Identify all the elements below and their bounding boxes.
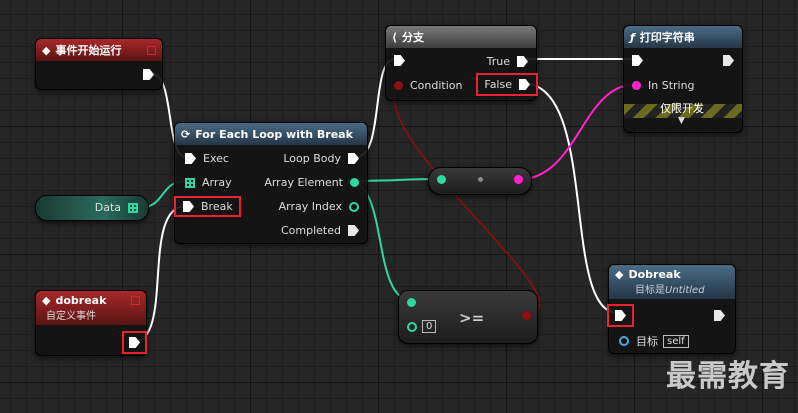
print-string-title: 打印字符串 (639, 31, 695, 44)
data-variable-node[interactable]: Data (35, 195, 149, 221)
compare-result-pin[interactable] (522, 311, 531, 320)
condition-label: Condition (410, 79, 463, 92)
array-index-label: Array Index (278, 200, 342, 213)
branch-title: 分支 (402, 31, 425, 44)
custom-event-exec-highlight[interactable] (122, 331, 147, 354)
exec-label: Exec (203, 152, 229, 165)
break-pin-highlight[interactable]: Break (174, 196, 241, 217)
dobreak-call-subtitle-target: Untitled (665, 285, 705, 296)
compare-b-pin[interactable] (407, 321, 417, 332)
dobreak-call-title: Dobreak (628, 268, 681, 281)
compare-b-value[interactable]: 0 (422, 320, 437, 333)
for-each-loop-title: For Each Loop with Break (195, 127, 353, 141)
branch-header[interactable]: ⟨ 分支 (386, 26, 536, 48)
false-pin-highlight[interactable]: False (476, 73, 538, 96)
event-begin-play-title: 事件开始运行 (55, 44, 122, 57)
array-element-label: Array Element (264, 176, 343, 189)
event-diamond-icon: ◆ (42, 43, 51, 57)
custom-event-diamond-icon: ◆ (42, 294, 51, 307)
dobreak-exec-in-pin[interactable] (615, 310, 626, 321)
loop-body-exec-pin[interactable] (348, 153, 359, 164)
exec-wire-false-to-dobreak (521, 82, 619, 314)
call-event-diamond-icon: ◆ (615, 268, 624, 281)
true-exec-pin[interactable] (517, 56, 528, 67)
custom-event-dobreak-node[interactable]: ◆ dobreak 自定义事件 (35, 290, 147, 356)
conversion-dot-icon (478, 177, 483, 182)
conversion-output-pin[interactable] (514, 175, 523, 184)
dobreak-call-subtitle-prefix: 目标是 (635, 285, 665, 296)
array-label: Array (202, 176, 232, 189)
dobreak-exec-out-pin[interactable] (714, 310, 725, 321)
exec-in-pin[interactable] (185, 153, 196, 164)
custom-event-exec-out-pin[interactable] (129, 337, 140, 348)
event-begin-play-node[interactable]: ◆ 事件开始运行 (35, 38, 163, 90)
in-string-pin[interactable] (632, 81, 641, 90)
dobreak-call-header[interactable]: ◆ Dobreak 目标是Untitled (609, 265, 735, 299)
event-begin-play-header[interactable]: ◆ 事件开始运行 (36, 39, 162, 61)
dobreak-exec-in-highlight[interactable] (607, 304, 634, 327)
branch-exec-in-pin[interactable] (394, 55, 405, 66)
custom-event-header[interactable]: ◆ dobreak 自定义事件 (36, 291, 146, 325)
false-label: False (484, 78, 512, 91)
expand-arrow-icon[interactable]: ▼ (678, 116, 685, 126)
conversion-input-pin[interactable] (437, 175, 446, 184)
print-string-header[interactable]: ƒ 打印字符串 (624, 26, 742, 48)
print-exec-out-pin[interactable] (723, 55, 734, 66)
data-variable-pin[interactable] (128, 202, 138, 213)
for-each-loop-node[interactable]: ⟳ For Each Loop with Break Exec Array Br… (174, 122, 368, 244)
greater-equal-node[interactable]: 0 >= (398, 290, 538, 344)
completed-label: Completed (281, 224, 341, 237)
branch-node[interactable]: ⟨ 分支 Condition True False (385, 25, 538, 101)
array-pin-icon[interactable] (185, 177, 195, 188)
print-exec-in-pin[interactable] (632, 55, 643, 66)
branch-icon: ⟨ (392, 30, 398, 44)
target-value: self (663, 334, 689, 348)
custom-event-delegate-pin[interactable] (131, 296, 140, 305)
target-label: 目标 (636, 335, 658, 348)
target-pin[interactable] (619, 336, 629, 346)
array-index-pin[interactable] (349, 201, 359, 212)
custom-event-subtitle: 自定义事件 (46, 311, 96, 322)
event-delegate-pin-icon[interactable] (147, 45, 156, 55)
print-string-node[interactable]: ƒ 打印字符串 In String 仅限开发 ▼ (623, 25, 743, 133)
to-string-conversion-node[interactable] (428, 167, 532, 195)
false-exec-pin[interactable] (519, 79, 530, 90)
true-label: True (486, 55, 510, 68)
macro-icon: ⟳ (181, 127, 191, 141)
custom-event-title: dobreak (55, 294, 107, 307)
compare-operator: >= (459, 309, 485, 327)
break-label: Break (201, 200, 233, 213)
dobreak-call-node[interactable]: ◆ Dobreak 目标是Untitled 目标 self (607, 264, 736, 354)
begin-play-exec-out-pin[interactable] (143, 69, 154, 80)
bool-wire (393, 82, 541, 317)
data-variable-label: Data (94, 201, 121, 214)
array-element-pin[interactable] (350, 178, 359, 187)
compare-a-pin[interactable] (407, 298, 416, 307)
loop-body-label: Loop Body (283, 152, 341, 165)
for-each-loop-header[interactable]: ⟳ For Each Loop with Break (175, 123, 367, 145)
function-icon: ƒ (630, 30, 635, 44)
break-exec-pin[interactable] (183, 201, 194, 212)
condition-pin[interactable] (394, 81, 403, 90)
in-string-label: In String (648, 79, 695, 92)
dev-only-label: 仅限开发 (660, 102, 704, 115)
completed-exec-pin[interactable] (348, 225, 359, 236)
watermark: 最需教育 (666, 359, 790, 394)
